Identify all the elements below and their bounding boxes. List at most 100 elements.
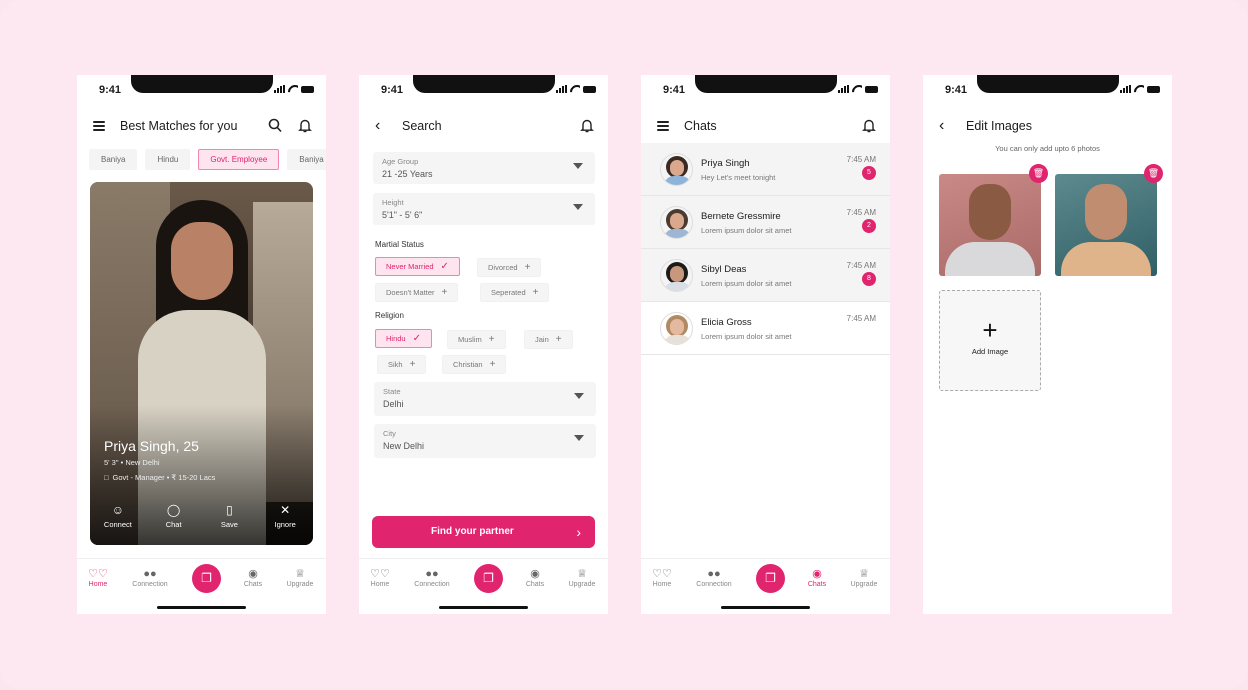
nav-connection[interactable]: ●● Connection (125, 567, 175, 588)
bell-icon[interactable] (862, 118, 876, 133)
chip-baniya[interactable]: Baniya (89, 149, 138, 170)
option-label: Jain (535, 335, 549, 344)
nav-chats-label: Chats (243, 581, 263, 588)
nav-connection[interactable]: ●● Connection (407, 567, 457, 588)
nav-upgrade-label: Upgrade (286, 581, 314, 588)
nav-upgrade[interactable]: ♕ Upgrade (557, 567, 607, 588)
add-image-button[interactable]: + Add Image (939, 290, 1041, 391)
nav-connection-label: Connection (696, 581, 732, 588)
page-title: Chats (684, 119, 717, 133)
trash-icon: 🗑 (1147, 168, 1160, 178)
back-arrow-icon[interactable]: ‹ (939, 118, 944, 134)
age-group-select[interactable]: Age Group 21 -25 Years (373, 152, 595, 184)
plus-icon: + (555, 333, 562, 345)
nav-chats[interactable]: ◉ Chats (510, 567, 560, 588)
chip-baniya-2[interactable]: Baniya (287, 149, 326, 170)
nav-chats[interactable]: ◉ Chats (228, 567, 278, 588)
nav-connection[interactable]: ●● Connection (689, 567, 739, 588)
state-value: Delhi (383, 399, 404, 409)
status-time: 9:41 (99, 84, 122, 96)
uploaded-photo[interactable] (1055, 174, 1157, 276)
nav-chats[interactable]: ◉ Chats (792, 567, 842, 588)
uploaded-photo[interactable] (939, 174, 1041, 276)
bell-icon[interactable] (580, 118, 594, 133)
state-label: State (383, 387, 401, 396)
status-bar: 9:41 (77, 84, 326, 98)
chat-icon: ◯ (166, 503, 181, 517)
filter-chips: Baniya Hindu Govt. Employee Baniya (89, 149, 326, 170)
height-label: Height (382, 198, 404, 207)
chat-name: Elicia Gross (701, 317, 752, 328)
wifi-icon (570, 85, 580, 93)
chat-row[interactable]: Sibyl Deas Lorem ipsum dolor sit amet 7:… (641, 249, 890, 302)
chip-hindu[interactable]: Hindu (145, 149, 191, 170)
state-select[interactable]: State Delhi (374, 382, 596, 416)
bell-icon[interactable] (298, 118, 312, 133)
nav-upgrade-label: Upgrade (568, 581, 596, 588)
cards-icon: ❐ (483, 571, 494, 585)
option-label: Never Married (386, 262, 434, 271)
wifi-icon (288, 85, 298, 93)
chat-row[interactable]: Elicia Gross Lorem ipsum dolor sit amet … (641, 302, 890, 355)
briefcase-icon: □ (104, 473, 109, 482)
option-label: Divorced (488, 263, 518, 272)
option-sikh[interactable]: Sikh + (377, 355, 427, 374)
option-jain[interactable]: Jain + (524, 330, 573, 349)
center-action-button[interactable]: ❐ (192, 564, 221, 593)
delete-photo-button[interactable]: 🗑 (1144, 164, 1163, 183)
option-never-married[interactable]: Never Married ✓ (375, 257, 460, 276)
nav-home[interactable]: ♡♡ Home (359, 567, 405, 588)
people-icon: ●● (707, 568, 721, 580)
chat-row[interactable]: Priya Singh Hey Let's meet tonight 7:45 … (641, 143, 890, 196)
plus-icon: + (532, 286, 539, 298)
back-arrow-icon[interactable]: ‹ (375, 118, 380, 134)
center-action-button[interactable]: ❐ (474, 564, 503, 593)
signal-icon (838, 85, 849, 93)
city-label: City (383, 429, 396, 438)
nav-home[interactable]: ♡♡ Home (77, 567, 123, 588)
header: Chats (641, 115, 890, 137)
option-label: Sikh (388, 360, 403, 369)
connect-button[interactable]: ☺ Connect (93, 504, 143, 529)
status-bar: 9:41 (641, 84, 890, 98)
find-partner-button[interactable]: Find your partner › (372, 516, 595, 548)
option-christian[interactable]: Christian + (442, 355, 507, 374)
option-doesnt-matter[interactable]: Doesn't Matter + (375, 283, 459, 302)
profile-actions: ☺ Connect ◯ Chat ▯ Save ✕ Ignore (90, 504, 313, 529)
chevron-down-icon (574, 435, 584, 441)
save-label: Save (220, 520, 238, 529)
center-action-button[interactable]: ❐ (756, 564, 785, 593)
search-icon[interactable] (268, 118, 282, 133)
save-button[interactable]: ▯ Save (204, 504, 254, 529)
signal-icon (274, 85, 285, 93)
crown-icon: ♕ (577, 568, 587, 580)
nav-connection-label: Connection (414, 581, 450, 588)
chat-time: 7:45 AM (846, 208, 876, 217)
nav-upgrade[interactable]: ♕ Upgrade (275, 567, 325, 588)
chip-govt-employee[interactable]: Govt. Employee (198, 149, 280, 170)
signal-icon (556, 85, 567, 93)
nav-home[interactable]: ♡♡ Home (641, 567, 687, 588)
page-title: Best Matches for you (120, 119, 238, 133)
people-icon: ●● (425, 568, 439, 580)
chat-row[interactable]: Bernete Gressmire Lorem ipsum dolor sit … (641, 196, 890, 249)
option-seperated[interactable]: Seperated + (480, 283, 550, 302)
chat-button[interactable]: ◯ Chat (149, 504, 199, 529)
option-hindu[interactable]: Hindu ✓ (375, 329, 432, 348)
avatar (660, 312, 693, 345)
ignore-button[interactable]: ✕ Ignore (260, 504, 310, 529)
profile-card[interactable]: Priya Singh, 25 5' 3" • New Delhi □ Govt … (90, 182, 313, 545)
plus-icon: + (489, 358, 496, 370)
close-icon: ✕ (280, 503, 291, 517)
bottom-nav: ♡♡ Home ●● Connection ❐ ◉ Chats ♕ Upgrade (641, 558, 890, 614)
menu-icon[interactable] (657, 121, 669, 131)
option-divorced[interactable]: Divorced + (477, 258, 542, 277)
avatar (660, 206, 693, 239)
option-muslim[interactable]: Muslim + (447, 330, 506, 349)
city-select[interactable]: City New Delhi (374, 424, 596, 458)
delete-photo-button[interactable]: 🗑 (1029, 164, 1048, 183)
menu-icon[interactable] (93, 121, 105, 131)
nav-upgrade[interactable]: ♕ Upgrade (839, 567, 889, 588)
height-select[interactable]: Height 5'1" - 5' 6" (373, 193, 595, 225)
chevron-down-icon (573, 163, 583, 169)
